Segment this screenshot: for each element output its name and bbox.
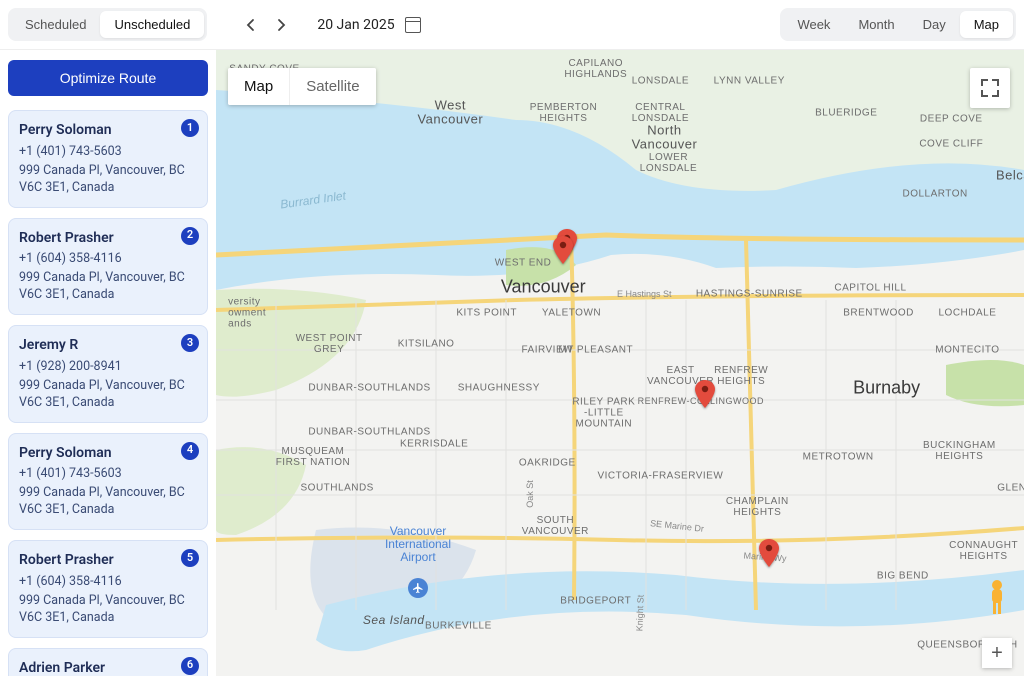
contact-address: 999 Canada Pl, Vancouver, BC V6C 3E1, Ca… — [19, 378, 197, 412]
contact-phone: +1 (401) 743-5603 — [19, 466, 197, 483]
route-card[interactable]: 1 Perry Soloman +1 (401) 743-5603 999 Ca… — [8, 110, 208, 208]
route-card[interactable]: 4 Perry Soloman +1 (401) 743-5603 999 Ca… — [8, 433, 208, 531]
map-pin[interactable] — [695, 380, 715, 408]
stop-badge: 1 — [181, 119, 199, 137]
contact-name: Perry Soloman — [19, 121, 197, 140]
contact-address: 999 Canada Pl, Vancouver, BC V6C 3E1, Ca… — [19, 270, 197, 304]
view-map[interactable]: Map — [960, 11, 1013, 38]
contact-address: 999 Canada Pl, Vancouver, BC V6C 3E1, Ca… — [19, 593, 197, 627]
route-card[interactable]: 2 Robert Prasher +1 (604) 358-4116 999 C… — [8, 218, 208, 316]
stop-badge: 6 — [181, 657, 199, 675]
optimize-route-button[interactable]: Optimize Route — [8, 60, 208, 96]
contact-name: Adrien Parker — [19, 659, 197, 676]
map-type-satellite[interactable]: Satellite — [290, 68, 375, 105]
contact-name: Perry Soloman — [19, 444, 197, 463]
calendar-icon — [405, 17, 421, 33]
scheduled-tab[interactable]: Scheduled — [11, 11, 100, 38]
airport-icon — [408, 578, 428, 598]
zoom-in-button[interactable]: + — [982, 638, 1012, 668]
view-week[interactable]: Week — [783, 11, 844, 38]
stop-badge: 3 — [181, 334, 199, 352]
map-type-toggle: Map Satellite — [228, 68, 376, 105]
stop-badge: 5 — [181, 549, 199, 567]
route-card[interactable]: 6 Adrien Parker +1 (281) 684-5750 999 Ca… — [8, 648, 208, 676]
route-card[interactable]: 5 Robert Prasher +1 (604) 358-4116 999 C… — [8, 540, 208, 638]
map-pin[interactable] — [759, 539, 779, 567]
contact-name: Robert Prasher — [19, 551, 197, 570]
contact-name: Jeremy R — [19, 336, 197, 355]
map-pin[interactable] — [553, 236, 573, 264]
map-canvas[interactable]: Vancouver Burnaby WestVancouver NorthVan… — [216, 50, 1024, 676]
stop-badge: 2 — [181, 227, 199, 245]
view-month[interactable]: Month — [844, 11, 908, 38]
contact-phone: +1 (604) 358-4116 — [19, 251, 197, 268]
pegman-icon[interactable] — [982, 578, 1012, 616]
unscheduled-tab[interactable]: Unscheduled — [100, 11, 204, 38]
contact-address: 999 Canada Pl, Vancouver, BC V6C 3E1, Ca… — [19, 485, 197, 519]
date-picker[interactable]: 20 Jan 2025 — [317, 17, 420, 33]
stop-badge: 4 — [181, 442, 199, 460]
view-toggle: Week Month Day Map — [780, 8, 1016, 41]
contact-address: 999 Canada Pl, Vancouver, BC V6C 3E1, Ca… — [19, 163, 197, 197]
fullscreen-icon — [983, 81, 997, 95]
current-date: 20 Jan 2025 — [317, 17, 394, 33]
contact-phone: +1 (928) 200-8941 — [19, 359, 197, 376]
schedule-toggle: Scheduled Unscheduled — [8, 8, 207, 41]
view-day[interactable]: Day — [909, 11, 960, 38]
route-card[interactable]: 3 Jeremy R +1 (928) 200-8941 999 Canada … — [8, 325, 208, 423]
contact-phone: +1 (401) 743-5603 — [19, 144, 197, 161]
next-day-button[interactable] — [269, 13, 293, 37]
fullscreen-button[interactable] — [970, 68, 1010, 108]
contact-name: Robert Prasher — [19, 229, 197, 248]
map-type-map[interactable]: Map — [228, 68, 290, 105]
date-nav — [239, 13, 293, 37]
prev-day-button[interactable] — [239, 13, 263, 37]
route-sidebar: Optimize Route 1 Perry Soloman +1 (401) … — [0, 50, 216, 676]
contact-phone: +1 (604) 358-4116 — [19, 574, 197, 591]
map-tiles — [216, 50, 1024, 676]
